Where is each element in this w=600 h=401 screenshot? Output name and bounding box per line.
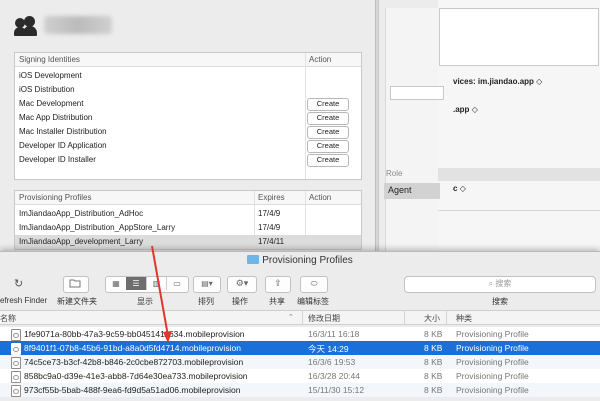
arrow-shaft [151,245,169,337]
annotation-arrow [151,245,172,343]
arrow-head [163,331,172,343]
